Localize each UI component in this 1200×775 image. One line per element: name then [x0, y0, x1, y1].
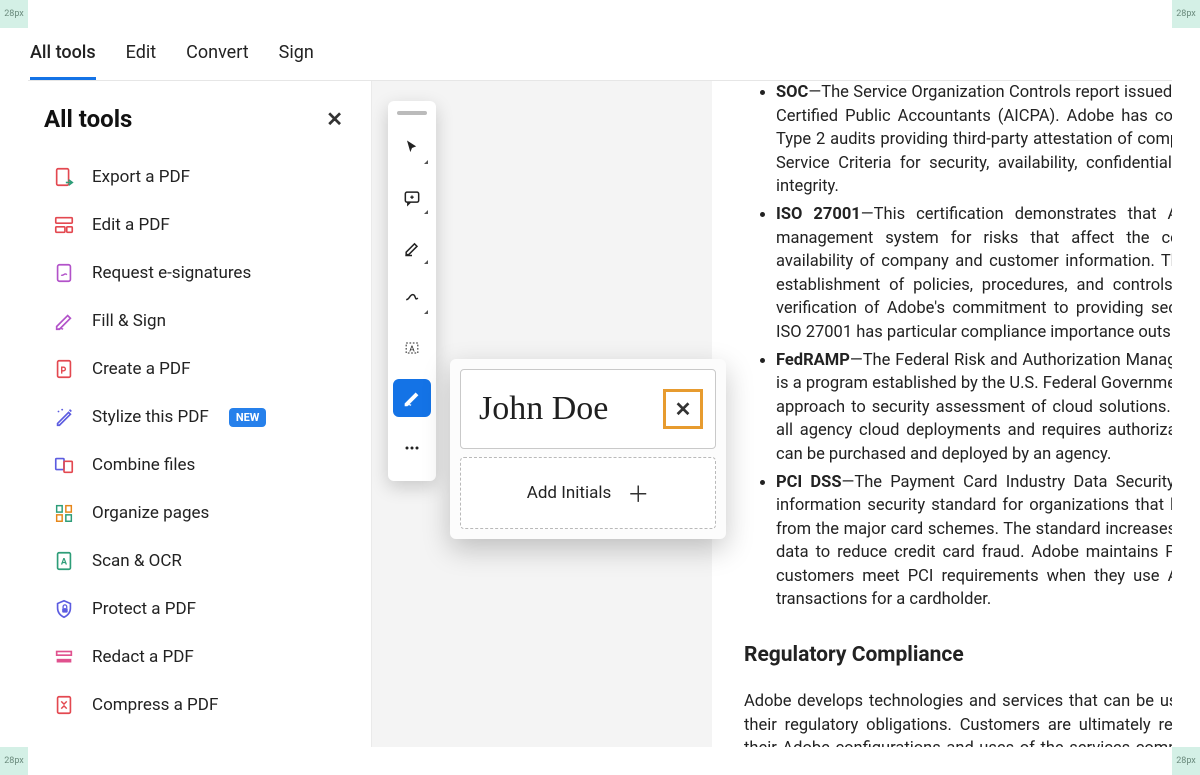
main-area: All tools ✕ Export a PDF Edit a PDF — [28, 81, 1172, 747]
create-pdf-icon — [52, 357, 76, 381]
tab-convert[interactable]: Convert — [186, 42, 249, 80]
signature-preview-box[interactable]: John Doe ✕ — [460, 369, 716, 449]
ruler-corner-tr: 28px — [1172, 0, 1200, 28]
tool-select-arrow[interactable] — [393, 129, 431, 167]
tool-label: Compress a PDF — [92, 695, 218, 715]
tool-list: Export a PDF Edit a PDF Request e-signat… — [40, 153, 355, 729]
section-title-regulatory: Regulatory Compliance — [744, 640, 1172, 670]
scan-ocr-icon: A — [52, 549, 76, 573]
ruler-corner-br: 28px — [1172, 747, 1200, 775]
tool-comment[interactable] — [393, 179, 431, 217]
svg-text:A: A — [61, 558, 68, 568]
redact-pdf-icon — [52, 645, 76, 669]
signature-name: John Doe — [479, 392, 608, 426]
strip-drag-handle[interactable] — [397, 111, 427, 115]
tool-label: Fill & Sign — [92, 311, 166, 331]
tool-edit-pdf[interactable]: Edit a PDF — [40, 201, 355, 249]
tool-highlight[interactable] — [393, 229, 431, 267]
tool-create-pdf[interactable]: Create a PDF — [40, 345, 355, 393]
tool-fill-sign[interactable]: Fill & Sign — [40, 297, 355, 345]
tab-all-tools[interactable]: All tools — [30, 42, 96, 80]
tool-protect-pdf[interactable]: Protect a PDF — [40, 585, 355, 633]
tool-label: Export a PDF — [92, 167, 190, 187]
new-badge: NEW — [229, 408, 267, 427]
tool-more[interactable] — [393, 429, 431, 467]
plus-icon: ＋ — [627, 477, 649, 509]
organize-pages-icon — [52, 501, 76, 525]
sidebar-title: All tools — [44, 105, 132, 133]
document-area: SOC—The Service Organization Controls re… — [372, 81, 1172, 747]
svg-text:A: A — [409, 344, 415, 354]
tool-combine-files[interactable]: Combine files — [40, 441, 355, 489]
bullet-soc: SOC—The Service Organization Controls re… — [776, 81, 1172, 199]
stylize-pdf-icon — [52, 405, 76, 429]
tool-scan-ocr[interactable]: A Scan & OCR — [40, 537, 355, 585]
tool-redact-pdf[interactable]: Redact a PDF — [40, 633, 355, 681]
bullet-fedramp: FedRAMP—The Federal Risk and Authorizati… — [776, 349, 1172, 467]
tool-draw-freeform[interactable] — [393, 279, 431, 317]
tool-label: Create a PDF — [92, 359, 190, 379]
close-sidebar-button[interactable]: ✕ — [318, 103, 351, 135]
tool-export-pdf[interactable]: Export a PDF — [40, 153, 355, 201]
add-initials-label: Add Initials — [527, 483, 611, 503]
top-tabbar: All tools Edit Convert Sign — [28, 28, 1172, 81]
tool-textbox[interactable]: A — [393, 329, 431, 367]
tool-label: Protect a PDF — [92, 599, 196, 619]
tool-organize-pages[interactable]: Organize pages — [40, 489, 355, 537]
pdf-page[interactable]: SOC—The Service Organization Controls re… — [712, 81, 1172, 747]
regulatory-paragraph: Adobe develops technologies and services… — [744, 690, 1172, 747]
request-esign-icon — [52, 261, 76, 285]
tool-request-esign[interactable]: Request e-signatures — [40, 249, 355, 297]
sidebar: All tools ✕ Export a PDF Edit a PDF — [28, 81, 372, 747]
tool-label: Edit a PDF — [92, 215, 170, 235]
compliance-bullet-list: SOC—The Service Organization Controls re… — [744, 81, 1172, 612]
tool-stylize-pdf[interactable]: Stylize this PDF NEW — [40, 393, 355, 441]
delete-signature-button[interactable]: ✕ — [663, 389, 703, 429]
tool-label: Scan & OCR — [92, 551, 182, 571]
combine-files-icon — [52, 453, 76, 477]
tool-label: Redact a PDF — [92, 647, 194, 667]
tool-compress-pdf[interactable]: Compress a PDF — [40, 681, 355, 729]
tool-label: Stylize this PDF — [92, 407, 209, 427]
fill-sign-icon — [52, 309, 76, 333]
ruler-corner-tl: 28px — [0, 0, 28, 28]
ruler-corner-bl: 28px — [0, 747, 28, 775]
tool-label: Request e-signatures — [92, 263, 251, 283]
protect-pdf-icon — [52, 597, 76, 621]
page-content: SOC—The Service Organization Controls re… — [712, 81, 1172, 747]
compress-pdf-icon — [52, 693, 76, 717]
sidebar-header: All tools ✕ — [40, 103, 355, 135]
tab-edit[interactable]: Edit — [126, 42, 156, 80]
bullet-pci: PCI DSS—The Payment Card Industry Data S… — [776, 471, 1172, 613]
app-frame: All tools Edit Convert Sign All tools ✕ … — [28, 28, 1172, 747]
bullet-iso: ISO 27001—This certification demonstrate… — [776, 203, 1172, 345]
annotation-tool-strip[interactable]: A — [388, 101, 436, 481]
signature-popup: John Doe ✕ Add Initials ＋ — [450, 359, 726, 539]
tool-label: Combine files — [92, 455, 195, 475]
add-initials-button[interactable]: Add Initials ＋ — [460, 457, 716, 529]
tab-sign[interactable]: Sign — [279, 42, 314, 80]
edit-pdf-icon — [52, 213, 76, 237]
tool-label: Organize pages — [92, 503, 209, 523]
export-pdf-icon — [52, 165, 76, 189]
tool-sign[interactable] — [393, 379, 431, 417]
